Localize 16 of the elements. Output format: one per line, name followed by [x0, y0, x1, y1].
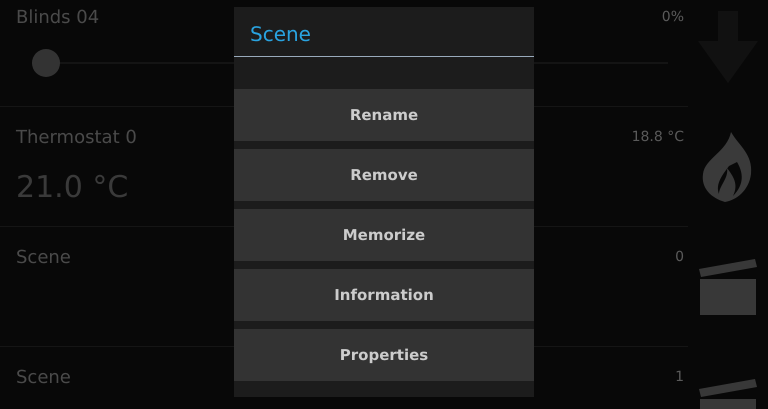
- slider-thumb[interactable]: [32, 49, 60, 77]
- row-title: Scene: [16, 367, 71, 388]
- dialog-title: Scene: [234, 7, 534, 57]
- row-title: Thermostat 0: [16, 127, 137, 148]
- clapperboard-icon: [699, 259, 757, 315]
- row-value: 1: [675, 369, 684, 385]
- menu-option[interactable]: Memorize: [234, 209, 534, 261]
- row-title: Scene: [16, 247, 71, 268]
- row-value: 18.8 °C: [632, 129, 684, 145]
- row-value: 0: [675, 249, 684, 265]
- menu-option[interactable]: Remove: [234, 149, 534, 201]
- row-value: 0%: [662, 9, 684, 25]
- menu-option[interactable]: Properties: [234, 329, 534, 381]
- menu-option[interactable]: Rename: [234, 89, 534, 141]
- menu-option[interactable]: Information: [234, 269, 534, 321]
- row-title: Blinds 04: [16, 7, 100, 28]
